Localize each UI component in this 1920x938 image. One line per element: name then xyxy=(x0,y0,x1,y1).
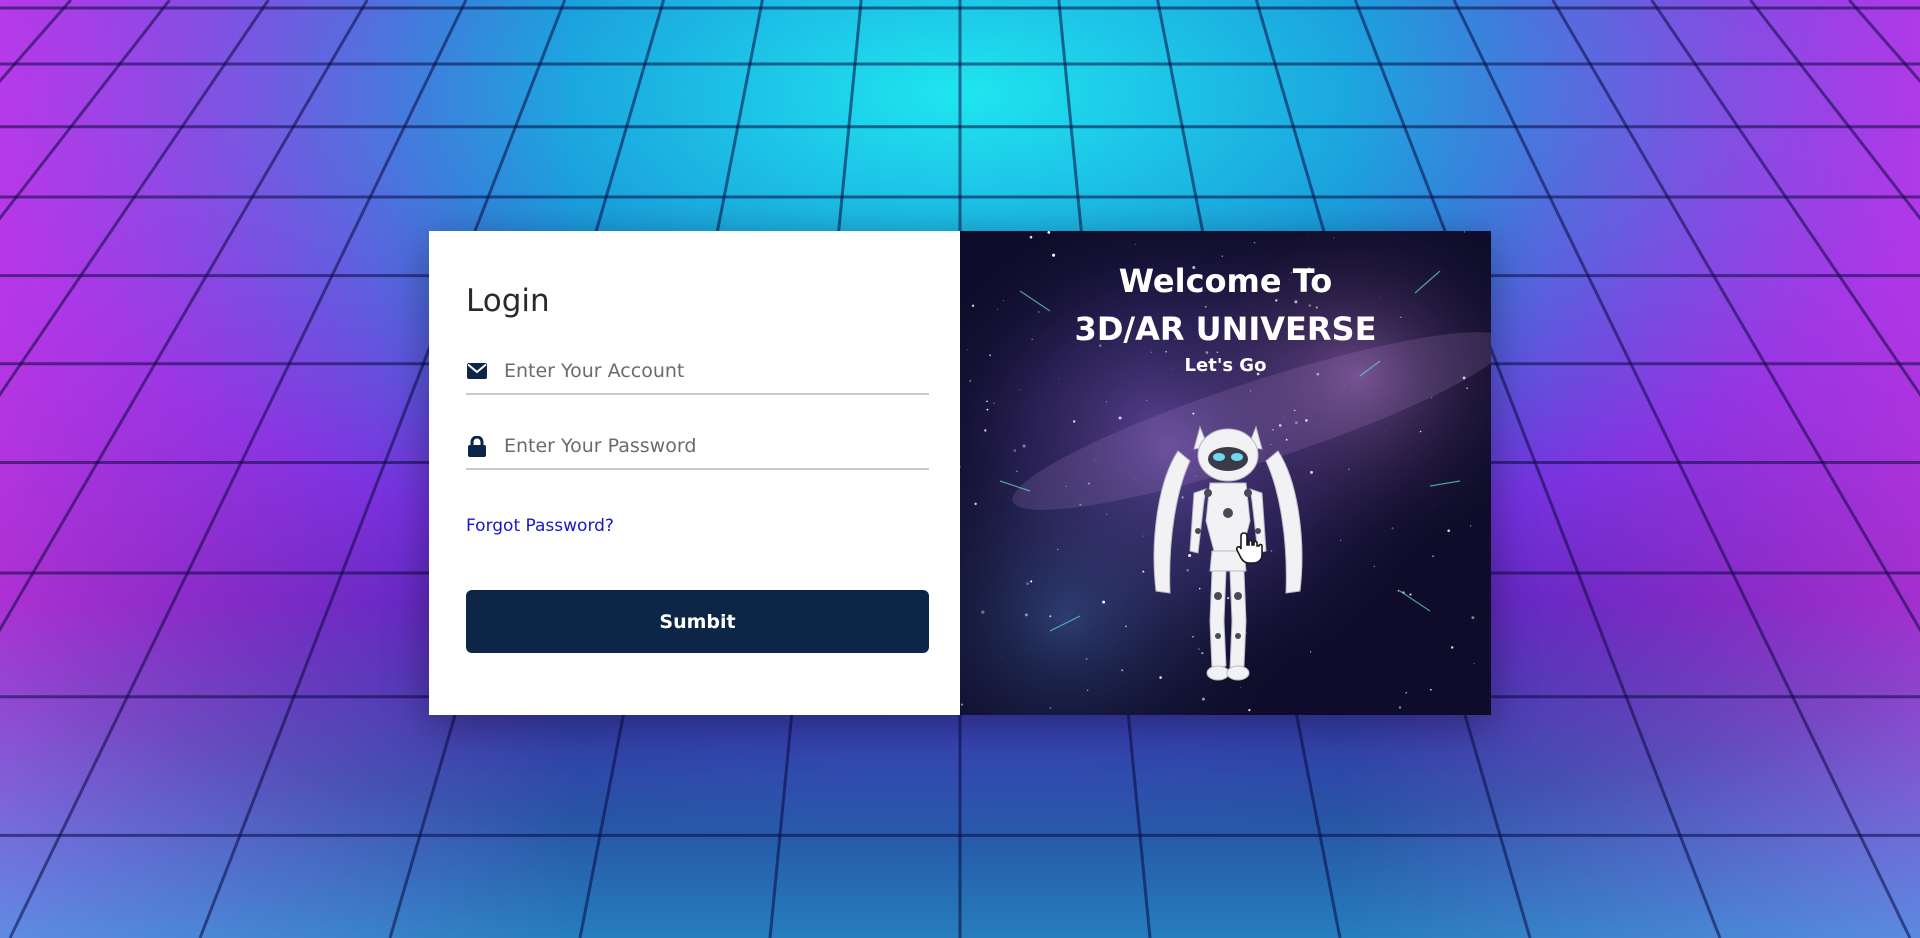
login-title: Login xyxy=(466,283,550,319)
lock-icon xyxy=(466,435,488,457)
robot-3d-model[interactable] xyxy=(1138,421,1318,711)
welcome-title-line2: 3D/AR UNIVERSE xyxy=(1074,310,1377,348)
account-input[interactable] xyxy=(504,360,929,382)
login-form-panel: Login Forgot Password? Sumbit xyxy=(429,231,960,715)
welcome-panel: Welcome To 3D/AR UNIVERSE Let's Go xyxy=(960,231,1491,715)
account-field xyxy=(466,349,929,395)
hand-pointer-icon xyxy=(1235,532,1263,564)
forgot-password-link[interactable]: Forgot Password? xyxy=(466,516,614,536)
password-input[interactable] xyxy=(504,435,929,457)
login-card: Login Forgot Password? Sumbit xyxy=(429,231,1491,715)
welcome-title-line1: Welcome To xyxy=(1118,262,1333,300)
welcome-subtitle: Let's Go xyxy=(1184,355,1267,376)
password-field xyxy=(466,424,929,470)
submit-button[interactable]: Sumbit xyxy=(466,590,929,653)
envelope-icon xyxy=(466,360,488,382)
